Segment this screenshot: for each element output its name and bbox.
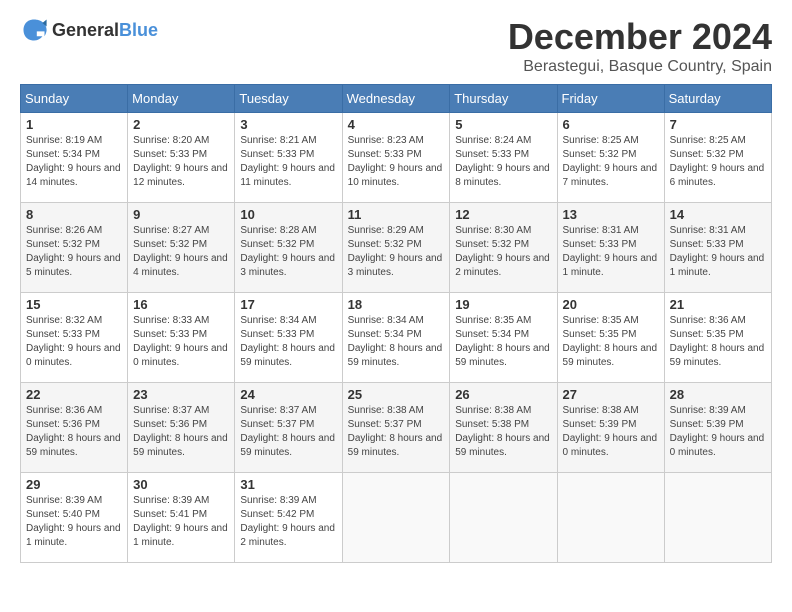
day-8: 8 Sunrise: 8:26 AMSunset: 5:32 PMDayligh… bbox=[21, 203, 128, 293]
month-title: December 2024 bbox=[508, 16, 772, 58]
col-thursday: Thursday bbox=[450, 85, 557, 113]
empty-cell-2 bbox=[450, 473, 557, 563]
title-section: December 2024 Berastegui, Basque Country… bbox=[508, 16, 772, 76]
day-28: 28 Sunrise: 8:39 AMSunset: 5:39 PMDaylig… bbox=[664, 383, 771, 473]
day-21: 21 Sunrise: 8:36 AMSunset: 5:35 PMDaylig… bbox=[664, 293, 771, 383]
day-14: 14 Sunrise: 8:31 AMSunset: 5:33 PMDaylig… bbox=[664, 203, 771, 293]
day-9: 9 Sunrise: 8:27 AMSunset: 5:32 PMDayligh… bbox=[128, 203, 235, 293]
day-16: 16 Sunrise: 8:33 AMSunset: 5:33 PMDaylig… bbox=[128, 293, 235, 383]
day-12: 12 Sunrise: 8:30 AMSunset: 5:32 PMDaylig… bbox=[450, 203, 557, 293]
day-13: 13 Sunrise: 8:31 AMSunset: 5:33 PMDaylig… bbox=[557, 203, 664, 293]
calendar-table: Sunday Monday Tuesday Wednesday Thursday… bbox=[20, 84, 772, 563]
day-7: 7 Sunrise: 8:25 AMSunset: 5:32 PMDayligh… bbox=[664, 113, 771, 203]
day-6: 6 Sunrise: 8:25 AMSunset: 5:32 PMDayligh… bbox=[557, 113, 664, 203]
week-row-2: 8 Sunrise: 8:26 AMSunset: 5:32 PMDayligh… bbox=[21, 203, 772, 293]
day-15: 15 Sunrise: 8:32 AMSunset: 5:33 PMDaylig… bbox=[21, 293, 128, 383]
day-26: 26 Sunrise: 8:38 AMSunset: 5:38 PMDaylig… bbox=[450, 383, 557, 473]
day-2: 2 Sunrise: 8:20 AMSunset: 5:33 PMDayligh… bbox=[128, 113, 235, 203]
header: GeneralBlue December 2024 Berastegui, Ba… bbox=[20, 16, 772, 76]
col-sunday: Sunday bbox=[21, 85, 128, 113]
day-24: 24 Sunrise: 8:37 AMSunset: 5:37 PMDaylig… bbox=[235, 383, 342, 473]
empty-cell-3 bbox=[557, 473, 664, 563]
col-wednesday: Wednesday bbox=[342, 85, 450, 113]
day-17: 17 Sunrise: 8:34 AMSunset: 5:33 PMDaylig… bbox=[235, 293, 342, 383]
day-11: 11 Sunrise: 8:29 AMSunset: 5:32 PMDaylig… bbox=[342, 203, 450, 293]
day-31: 31 Sunrise: 8:39 AMSunset: 5:42 PMDaylig… bbox=[235, 473, 342, 563]
day-25: 25 Sunrise: 8:38 AMSunset: 5:37 PMDaylig… bbox=[342, 383, 450, 473]
week-row-4: 22 Sunrise: 8:36 AMSunset: 5:36 PMDaylig… bbox=[21, 383, 772, 473]
logo-text: GeneralBlue bbox=[52, 20, 158, 41]
col-tuesday: Tuesday bbox=[235, 85, 342, 113]
day-10: 10 Sunrise: 8:28 AMSunset: 5:32 PMDaylig… bbox=[235, 203, 342, 293]
page-container: GeneralBlue December 2024 Berastegui, Ba… bbox=[20, 16, 772, 563]
empty-cell-4 bbox=[664, 473, 771, 563]
col-saturday: Saturday bbox=[664, 85, 771, 113]
week-row-3: 15 Sunrise: 8:32 AMSunset: 5:33 PMDaylig… bbox=[21, 293, 772, 383]
day-3: 3 Sunrise: 8:21 AMSunset: 5:33 PMDayligh… bbox=[235, 113, 342, 203]
col-monday: Monday bbox=[128, 85, 235, 113]
logo: GeneralBlue bbox=[20, 16, 158, 44]
day-5: 5 Sunrise: 8:24 AMSunset: 5:33 PMDayligh… bbox=[450, 113, 557, 203]
day-27: 27 Sunrise: 8:38 AMSunset: 5:39 PMDaylig… bbox=[557, 383, 664, 473]
empty-cell-1 bbox=[342, 473, 450, 563]
col-friday: Friday bbox=[557, 85, 664, 113]
day-1: 1 Sunrise: 8:19 AMSunset: 5:34 PMDayligh… bbox=[21, 113, 128, 203]
location-title: Berastegui, Basque Country, Spain bbox=[508, 58, 772, 76]
day-22: 22 Sunrise: 8:36 AMSunset: 5:36 PMDaylig… bbox=[21, 383, 128, 473]
day-4: 4 Sunrise: 8:23 AMSunset: 5:33 PMDayligh… bbox=[342, 113, 450, 203]
day-19: 19 Sunrise: 8:35 AMSunset: 5:34 PMDaylig… bbox=[450, 293, 557, 383]
day-18: 18 Sunrise: 8:34 AMSunset: 5:34 PMDaylig… bbox=[342, 293, 450, 383]
logo-blue: Blue bbox=[119, 20, 158, 40]
calendar-header-row: Sunday Monday Tuesday Wednesday Thursday… bbox=[21, 85, 772, 113]
week-row-1: 1 Sunrise: 8:19 AMSunset: 5:34 PMDayligh… bbox=[21, 113, 772, 203]
logo-icon bbox=[20, 16, 48, 44]
week-row-5: 29 Sunrise: 8:39 AMSunset: 5:40 PMDaylig… bbox=[21, 473, 772, 563]
logo-general: General bbox=[52, 20, 119, 40]
day-23: 23 Sunrise: 8:37 AMSunset: 5:36 PMDaylig… bbox=[128, 383, 235, 473]
day-30: 30 Sunrise: 8:39 AMSunset: 5:41 PMDaylig… bbox=[128, 473, 235, 563]
day-20: 20 Sunrise: 8:35 AMSunset: 5:35 PMDaylig… bbox=[557, 293, 664, 383]
day-29: 29 Sunrise: 8:39 AMSunset: 5:40 PMDaylig… bbox=[21, 473, 128, 563]
